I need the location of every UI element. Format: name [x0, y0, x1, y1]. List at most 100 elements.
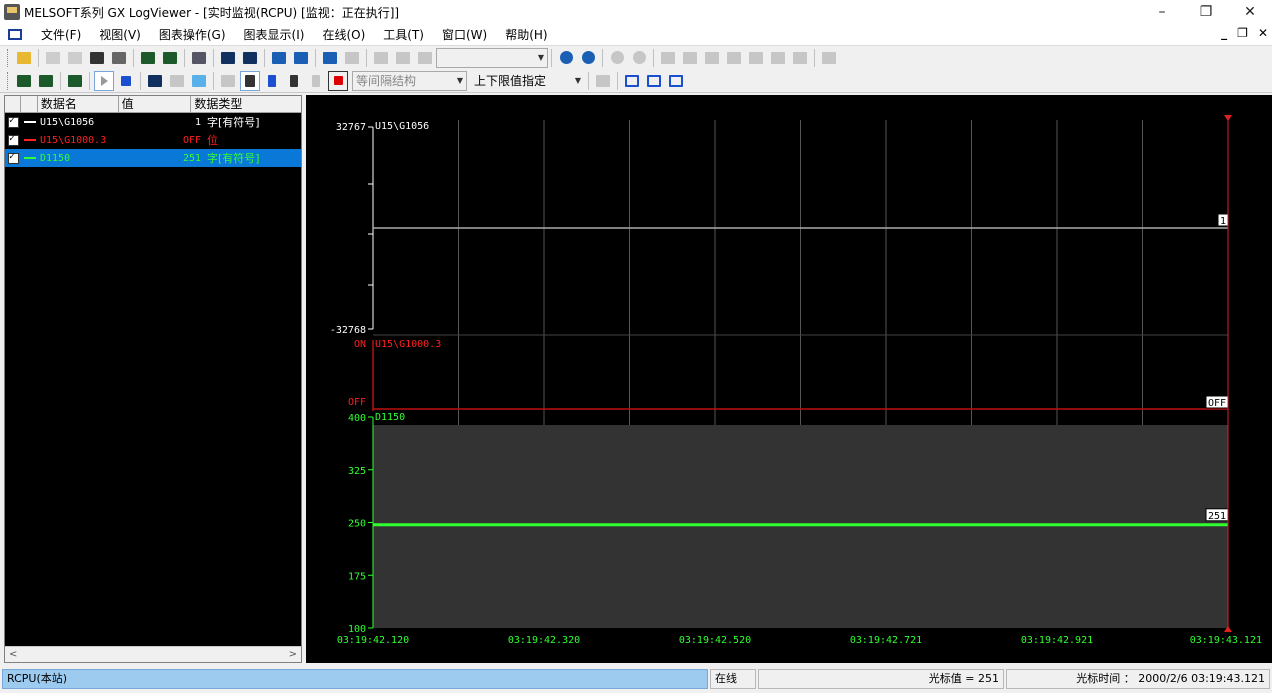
menu-window[interactable]: 窗口(W): [433, 26, 496, 43]
menu-tools[interactable]: 工具(T): [374, 26, 433, 43]
open-folder-icon[interactable]: [14, 48, 34, 68]
menu-view[interactable]: 视图(V): [90, 26, 150, 43]
tile-horizontal-icon[interactable]: [644, 71, 664, 91]
scroll-left-icon[interactable]: <: [9, 649, 17, 660]
panel3-cursor-label: 251: [1208, 511, 1226, 522]
marker-b-icon[interactable]: [680, 48, 700, 68]
jump-back-icon[interactable]: [342, 48, 362, 68]
row-data-name: U15\G1000.3: [40, 134, 107, 146]
chart-trend-2-icon[interactable]: [160, 48, 180, 68]
tile-vertical-icon[interactable]: [622, 71, 642, 91]
new-file-icon[interactable]: [43, 48, 63, 68]
zoom-in-icon[interactable]: [578, 48, 598, 68]
cascade-icon[interactable]: [666, 71, 686, 91]
monitor-config-icon[interactable]: [65, 71, 85, 91]
x-tick-label: 03:19:42.921: [1021, 635, 1093, 646]
row-value: 1: [194, 116, 201, 128]
menu-help[interactable]: 帮助(H): [496, 26, 556, 43]
x-tick-label: 03:19:42.520: [679, 635, 751, 646]
fast-forward-icon[interactable]: [629, 48, 649, 68]
cursor-move-icon[interactable]: [189, 48, 209, 68]
header-data-type[interactable]: 数据类型: [191, 96, 301, 112]
menu-graph-display[interactable]: 图表显示(I): [235, 26, 314, 43]
split-vertical-icon[interactable]: [262, 71, 282, 91]
chart-type-icon[interactable]: [218, 71, 238, 91]
window-title: MELSOFT系列 GX LogViewer - [实时监视(RCPU) [监视…: [24, 5, 400, 20]
panel2-ymin-label: OFF: [348, 397, 366, 408]
trigger-icon[interactable]: [145, 71, 165, 91]
record-icon[interactable]: [328, 70, 348, 91]
trend-chart[interactable]: 32767 -32768 U15\G1056 1 ON OFF U15\G1000.3 OFF…: [306, 95, 1272, 663]
play-icon[interactable]: [94, 70, 114, 91]
data-list-row[interactable]: U15\G1056 1 字[有符号]: [5, 113, 301, 131]
rewind-icon[interactable]: [607, 48, 627, 68]
tool-b-icon[interactable]: [393, 48, 413, 68]
marker-a-icon[interactable]: [658, 48, 678, 68]
menu-online[interactable]: 在线(O): [313, 26, 374, 43]
jump-icon[interactable]: [320, 48, 340, 68]
header-data-name[interactable]: 数据名: [38, 96, 119, 112]
toolbar-grip-2[interactable]: [7, 71, 10, 90]
document-icon[interactable]: [8, 29, 22, 40]
series-color-swatch: [24, 157, 36, 159]
graph-overview-icon[interactable]: [240, 48, 260, 68]
mdi-close-button[interactable]: ✕: [1258, 26, 1268, 40]
chart-trend-icon[interactable]: [138, 48, 158, 68]
bar-display-icon[interactable]: [240, 70, 260, 91]
panel3-y-tick-label: 325: [348, 466, 366, 477]
data-list-row[interactable]: U15\G1000.3 OFF 位: [5, 131, 301, 149]
marker-f-icon[interactable]: [768, 48, 788, 68]
marker-g-icon[interactable]: [790, 48, 810, 68]
copy-file-icon[interactable]: [65, 48, 85, 68]
station-status: RCPU(本站): [2, 669, 708, 689]
scroll-right-icon[interactable]: >: [289, 649, 297, 660]
graph-area[interactable]: 32767 -32768 U15\G1056 1 ON OFF U15\G1000.3 OFF…: [306, 95, 1272, 663]
restore-button[interactable]: ❐: [1184, 0, 1228, 24]
monitor-setup-icon[interactable]: [14, 71, 34, 91]
toolbar-grip[interactable]: [7, 48, 10, 67]
menu-file[interactable]: 文件(F): [32, 26, 90, 43]
interval-combo[interactable]: 等间隔结构 ▼: [352, 70, 467, 91]
limit-combo[interactable]: 上下限值指定 ▼: [470, 70, 585, 91]
x-tick-label: 03:19:42.721: [850, 635, 922, 646]
monitor-connect-icon[interactable]: [36, 71, 56, 91]
menu-graph-operation[interactable]: 图表操作(G): [150, 26, 235, 43]
zoom-time-out-icon[interactable]: [291, 48, 311, 68]
binoculars-icon[interactable]: [87, 48, 107, 68]
zoom-combo[interactable]: ▼: [436, 47, 548, 68]
zoom-time-in-icon[interactable]: [269, 48, 289, 68]
row-checkbox[interactable]: [8, 133, 19, 146]
grid-icon[interactable]: [593, 71, 613, 91]
tool-c-icon[interactable]: [415, 48, 435, 68]
marker-c-icon[interactable]: [702, 48, 722, 68]
tool-a-icon[interactable]: [371, 48, 391, 68]
row-checkbox[interactable]: [8, 151, 19, 164]
app-icon: [4, 4, 20, 20]
cursor-time-status: 光标时间 ： 2000/2/6 03:19:43.121: [1006, 669, 1270, 689]
zoom-out-icon[interactable]: [556, 48, 576, 68]
split-vertical-2-icon[interactable]: [284, 71, 304, 91]
split-vertical-3-icon[interactable]: [306, 71, 326, 91]
header-value[interactable]: 值: [119, 96, 192, 112]
graph-scroll-icon[interactable]: [218, 48, 238, 68]
trigger-2-icon[interactable]: [167, 71, 187, 91]
mdi-restore-button[interactable]: ❐: [1237, 26, 1248, 40]
title-bar: MELSOFT系列 GX LogViewer - [实时监视(RCPU) [监视…: [0, 0, 1272, 24]
series-color-swatch: [24, 139, 36, 141]
marker-d-icon[interactable]: [724, 48, 744, 68]
row-checkbox[interactable]: [8, 115, 19, 128]
panel2-ymax-label: ON: [354, 339, 366, 350]
data-list-row[interactable]: D1150 251 字[有符号]: [5, 149, 301, 167]
stop-icon[interactable]: [116, 71, 136, 91]
row-data-name: U15\G1056: [40, 116, 95, 128]
minimize-button[interactable]: –: [1140, 0, 1184, 24]
horizontal-scrollbar[interactable]: < >: [5, 646, 301, 662]
panel-icon[interactable]: [819, 48, 839, 68]
print-icon[interactable]: [109, 48, 129, 68]
panel1-ymax-label: 32767: [336, 122, 366, 133]
row-data-type: 字[有符号]: [207, 116, 260, 129]
mdi-minimize-button[interactable]: _: [1221, 26, 1227, 40]
snowflake-icon[interactable]: [189, 71, 209, 91]
marker-e-icon[interactable]: [746, 48, 766, 68]
close-button[interactable]: ✕: [1228, 0, 1272, 24]
